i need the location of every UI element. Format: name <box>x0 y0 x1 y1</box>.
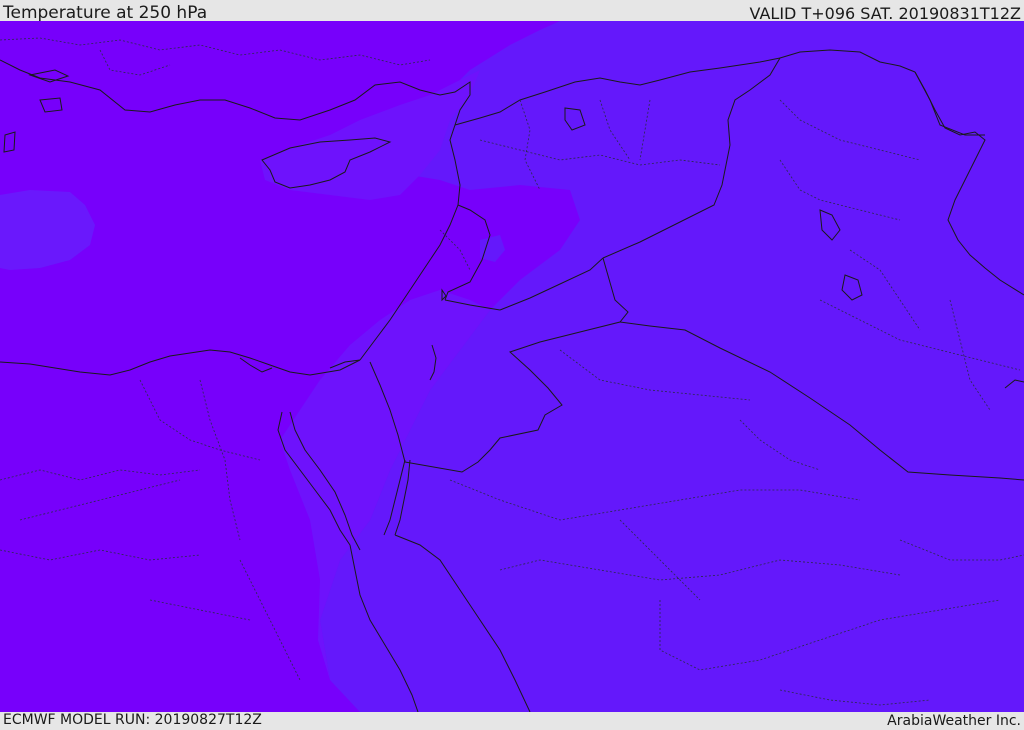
footer-bar: ECMWF MODEL RUN: 20190827T12Z ArabiaWeat… <box>0 712 1024 729</box>
temperature-map <box>0 21 1024 712</box>
credit-label: ArabiaWeather Inc. <box>887 713 1021 729</box>
header-bar: Temperature at 250 hPa VALID T+096 SAT. … <box>0 0 1024 23</box>
model-run-label: ECMWF MODEL RUN: 20190827T12Z <box>3 712 262 728</box>
map-title: Temperature at 250 hPa <box>3 3 208 23</box>
